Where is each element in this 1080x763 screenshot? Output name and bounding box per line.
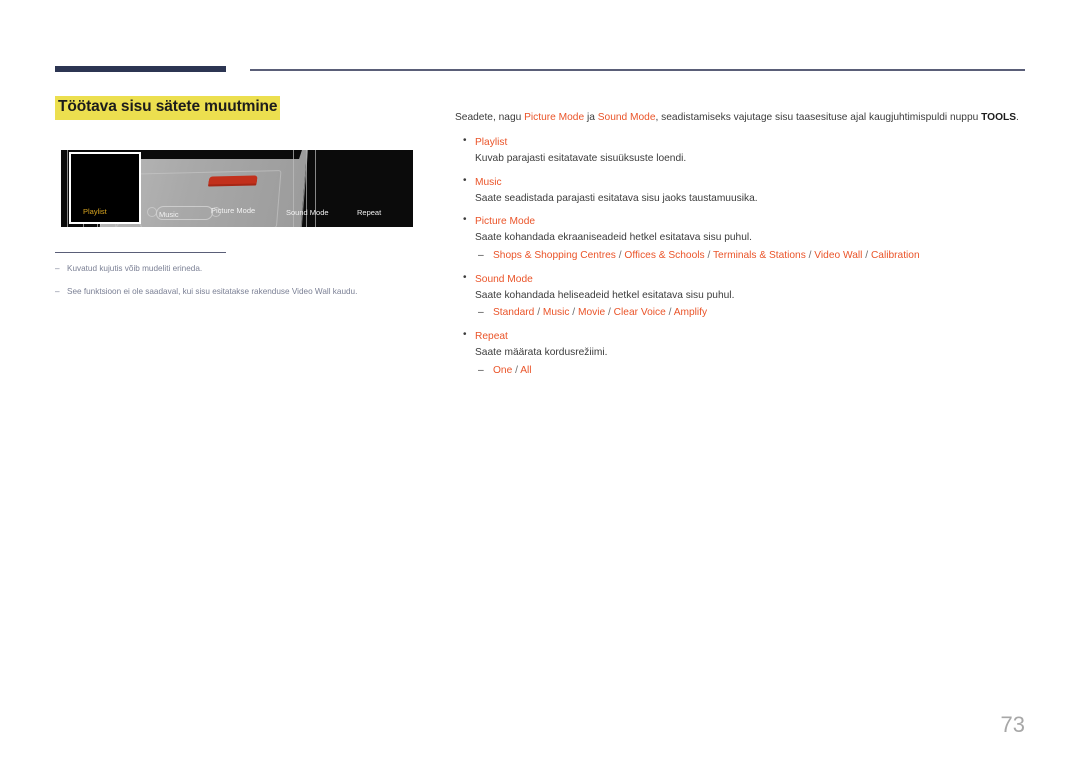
remote-edge-line-1 <box>67 150 68 227</box>
notes-divider <box>55 252 226 253</box>
intro-accent-sound-mode: Sound Mode <box>597 112 656 124</box>
bullet-description: Saate määrata kordusrežiimi. <box>475 346 608 358</box>
remote-control-figure: Music Picture Mode Sound Mode Repeat Pla… <box>61 150 413 227</box>
intro-text-2: ja <box>584 112 598 124</box>
header-thick-rule <box>55 66 226 72</box>
page-number: 73 <box>1000 712 1025 737</box>
notes-block: Kuvatud kujutis võib mudeliti erineda. S… <box>55 252 435 310</box>
figure-label-picture-mode: Picture Mode <box>211 206 256 215</box>
bullet-title: Repeat <box>475 331 508 343</box>
bullet-options-list: One / All <box>475 363 1027 379</box>
bullet-options-list: Standard / Music / Movie / Clear Voice /… <box>475 305 1027 321</box>
intro-paragraph: Seadete, nagu Picture Mode ja Sound Mode… <box>455 110 1027 126</box>
intro-accent-picture-mode: Picture Mode <box>524 112 585 124</box>
list-item-repeat: Repeat Saate määrata kordusrežiimi. One … <box>455 329 1027 379</box>
figure-label-repeat: Repeat <box>357 208 382 217</box>
left-column: Töötava sisu sätete muutmine <box>55 96 430 120</box>
bullet-options-list: Shops & Shopping Centres / Offices & Sch… <box>475 248 1027 264</box>
bullet-title: Music <box>475 176 502 188</box>
header-thin-rule <box>250 69 1025 71</box>
list-item-sound-mode: Sound Mode Saate kohandada heliseadeid h… <box>455 272 1027 321</box>
page-title: Töötava sisu sätete muutmine <box>55 96 281 120</box>
bullet-options-item: Shops & Shopping Centres / Offices & Sch… <box>475 248 1027 264</box>
bullet-title: Sound Mode <box>475 273 533 285</box>
note-item: See funktsioon ei ole saadaval, kui sisu… <box>55 286 435 299</box>
list-item-picture-mode: Picture Mode Saate kohandada ekraanisead… <box>455 214 1027 264</box>
figure-label-sound-mode: Sound Mode <box>286 208 329 217</box>
list-item-playlist: Playlist Kuvab parajasti esitatavate sis… <box>455 135 1027 167</box>
bullet-options-item: Standard / Music / Movie / Clear Voice /… <box>475 305 1027 321</box>
note-item: Kuvatud kujutis võib mudeliti erineda. <box>55 263 435 276</box>
bullet-description: Saate kohandada heliseadeid hetkel esita… <box>475 289 735 301</box>
intro-text-3: , seadistamiseks vajutage sisu taasesitu… <box>655 112 982 124</box>
figure-label-music: Music <box>159 210 179 219</box>
right-column: Seadete, nagu Picture Mode ja Sound Mode… <box>455 100 1027 388</box>
intro-text-1: Seadete, nagu <box>455 112 525 124</box>
bullet-title: Playlist <box>475 137 508 149</box>
remote-red-key-icon <box>208 175 258 185</box>
bullet-description: Kuvab parajasti esitatavate sisuüksuste … <box>475 152 687 164</box>
settings-list: Playlist Kuvab parajasti esitatavate sis… <box>455 135 1027 379</box>
intro-bold-tools: TOOLS <box>981 112 1017 124</box>
bullet-description: Saate seadistada parajasti esitatava sis… <box>475 192 758 204</box>
page-header-rules <box>0 0 1080 80</box>
list-item-music: Music Saate seadistada parajasti esitata… <box>455 175 1027 207</box>
figure-label-playlist: Playlist <box>83 207 107 216</box>
bullet-options-item: One / All <box>475 363 1027 379</box>
bullet-title: Picture Mode <box>475 216 536 228</box>
bullet-description: Saate kohandada ekraaniseadeid hetkel es… <box>475 232 752 244</box>
intro-text-4: . <box>1016 112 1019 124</box>
